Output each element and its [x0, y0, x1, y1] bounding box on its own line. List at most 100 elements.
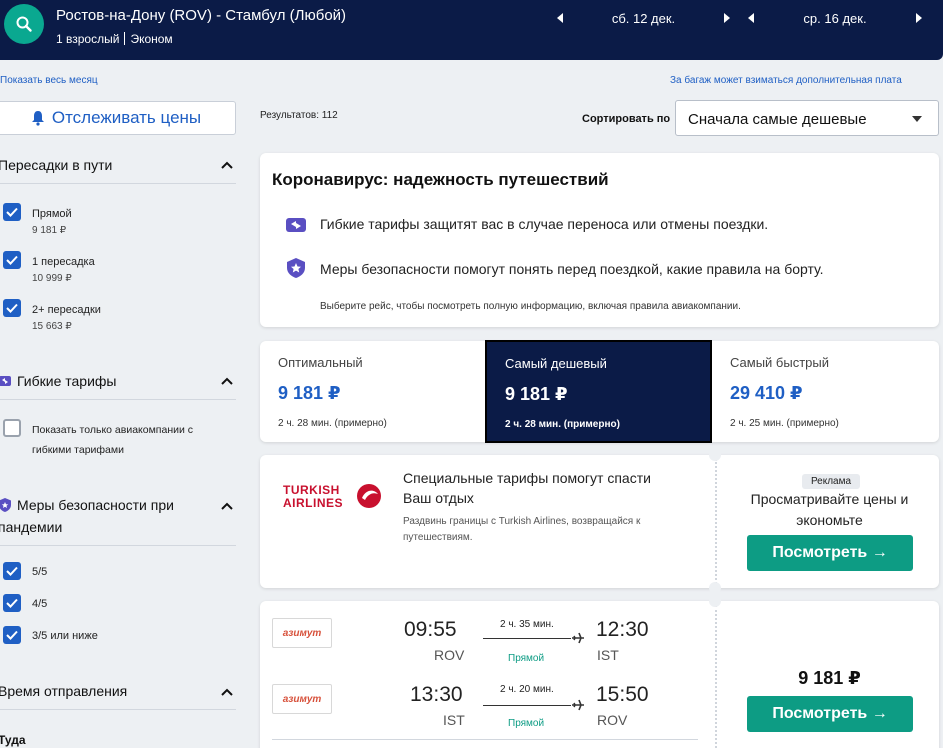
ad-view-button[interactable]: Посмотреть →: [747, 535, 913, 571]
stops-two-plus-checkbox[interactable]: [3, 299, 21, 317]
covid-card-title: Коронавирус: надежность путешествий: [272, 170, 609, 189]
search-icon: [16, 16, 32, 32]
chevron-up-icon[interactable]: [221, 687, 233, 697]
leg1-dep-code: ROV: [434, 647, 465, 663]
show-month-link[interactable]: Показать весь месяц: [0, 75, 98, 86]
sort-select[interactable]: Сначала самые дешевые: [675, 100, 939, 136]
ticket-perforation: [715, 459, 717, 584]
flex-fares-filter-title[interactable]: Гибкие тарифы: [0, 373, 116, 389]
search-button[interactable]: [4, 4, 44, 44]
leg2-stops: Прямой: [508, 718, 545, 729]
tab-optimal-duration: 2 ч. 28 мин. (примерно): [278, 418, 387, 429]
leg1-duration: 2 ч. 35 мин.: [500, 619, 554, 630]
flex-fares-checkbox[interactable]: [3, 419, 21, 437]
chevron-right-icon: [724, 13, 730, 23]
chevron-up-icon[interactable]: [221, 160, 233, 170]
tab-cheapest-title: Самый дешевый: [505, 356, 607, 371]
leg2-duration: 2 ч. 20 мин.: [500, 684, 554, 695]
track-prices-button[interactable]: Отслеживать цены: [0, 101, 236, 135]
tab-cheapest-duration: 2 ч. 28 мин. (примерно): [505, 419, 620, 430]
tab-fastest-duration: 2 ч. 25 мин. (примерно): [730, 418, 839, 429]
track-prices-label: Отслеживать цены: [51, 108, 202, 127]
return-date-nav[interactable]: ср. 16 дек.: [746, 9, 924, 27]
sort-label: Сортировать по: [582, 113, 671, 125]
check-icon: [6, 303, 18, 313]
safety-title-line2: пандемии: [0, 519, 63, 535]
passengers-cabin: 1 взрослый Эконом: [56, 32, 173, 46]
route-title: Ростов-на-Дону (ROV) - Стамбул (Любой): [56, 7, 347, 24]
safety-4-checkbox[interactable]: [3, 594, 21, 612]
next-return-date-button[interactable]: [914, 13, 924, 23]
ad-badge: Реклама: [802, 474, 860, 489]
stops-direct-label: Прямой: [32, 208, 72, 220]
leg2-dep-code: IST: [443, 712, 465, 728]
tab-optimal[interactable]: Оптимальный 9 181 ₽ 2 ч. 28 мин. (пример…: [260, 341, 486, 442]
divider: [0, 183, 236, 184]
prev-return-date-button[interactable]: [746, 13, 756, 23]
ad-cta-line2: экономьте: [796, 512, 863, 528]
safety-filter-title[interactable]: Меры безопасности при: [0, 497, 174, 513]
stops-one-checkbox[interactable]: [3, 251, 21, 269]
baggage-fee-link[interactable]: За багаж может взиматься дополнительная …: [670, 75, 902, 86]
ad-card[interactable]: TURKISH AIRLINES Специальные тарифы помо…: [260, 455, 939, 588]
shield-icon: [0, 498, 11, 512]
check-icon: [6, 207, 18, 217]
turkish-tulip-icon: [357, 484, 381, 508]
leg2-arr-time: 15:50: [596, 683, 649, 706]
stops-two-plus-price: 15 663 ₽: [32, 321, 72, 332]
safety-5-label: 5/5: [32, 566, 48, 578]
safety-5-checkbox[interactable]: [3, 562, 21, 580]
covid-info-card: Коронавирус: надежность путешествий Гибк…: [260, 153, 939, 327]
stops-two-plus-label: 2+ пересадки: [32, 304, 101, 316]
safety-title-line1: Меры безопасности при: [17, 497, 174, 513]
stops-direct-price: 9 181 ₽: [32, 225, 67, 236]
turkish-airlines-logo: TURKISH AIRLINES: [283, 483, 383, 511]
tab-fastest-title: Самый быстрый: [730, 355, 829, 370]
departure-time-filter-title[interactable]: Время отправления: [0, 683, 127, 699]
tab-cheapest[interactable]: Самый дешевый 9 181 ₽ 2 ч. 28 мин. (прим…: [485, 340, 712, 443]
airline-name: азимут: [282, 693, 322, 705]
divider: [0, 709, 236, 710]
prev-depart-date-button[interactable]: [555, 13, 565, 23]
tab-fastest[interactable]: Самый быстрый 29 410 ₽ 2 ч. 25 мин. (при…: [712, 341, 939, 442]
airline-logo-line1: TURKISH: [283, 483, 340, 497]
safety-3-checkbox[interactable]: [3, 626, 21, 644]
covid-safety-text: Меры безопасности помогут понять перед п…: [320, 261, 824, 277]
divider: [272, 739, 698, 740]
chevron-down-icon: [912, 116, 922, 122]
results-count: Результатов: 112: [260, 110, 338, 121]
chevron-up-icon[interactable]: [221, 376, 233, 386]
leg1-arr-time: 12:30: [596, 618, 649, 641]
leg1-dep-time: 09:55: [404, 618, 457, 641]
chevron-right-icon: [916, 13, 922, 23]
flex-fares-option-line2: гибкими тарифами: [32, 444, 124, 456]
check-icon: [6, 255, 18, 265]
flex-fares-title-text: Гибкие тарифы: [17, 373, 117, 389]
ticket-perforation: [715, 605, 717, 748]
chevron-up-icon[interactable]: [221, 501, 233, 511]
ticket-notch: [709, 449, 721, 461]
ticket-notch: [709, 582, 721, 594]
shield-icon: [287, 258, 305, 278]
flex-ticket-icon: [286, 218, 306, 232]
check-icon: [6, 566, 18, 576]
ad-headline-line2: Ваш отдых: [403, 490, 474, 506]
return-date[interactable]: ср. 16 дек.: [756, 11, 914, 26]
stops-filter-title[interactable]: Пересадки в пути: [0, 157, 112, 173]
cabin-class: Эконом: [130, 32, 173, 46]
leg2-arr-code: ROV: [597, 712, 628, 728]
ad-headline-line1: Специальные тарифы помогут спасти: [403, 470, 651, 486]
departure-outbound-label: Туда: [0, 733, 26, 747]
tab-optimal-title: Оптимальный: [278, 355, 363, 370]
flight-view-button[interactable]: Посмотреть →: [747, 696, 913, 732]
depart-date-nav[interactable]: сб. 12 дек.: [555, 9, 732, 27]
search-summary-bar[interactable]: Ростов-на-Дону (ROV) - Стамбул (Любой) 1…: [0, 0, 943, 60]
next-depart-date-button[interactable]: [722, 13, 732, 23]
airline-logo-line2: AIRLINES: [283, 496, 344, 510]
flight-result-card[interactable]: азимут 09:55 ROV 2 ч. 35 мин. Прямой 12:…: [260, 601, 939, 748]
leg1-route-line: [483, 638, 571, 639]
check-icon: [6, 598, 18, 608]
stops-direct-checkbox[interactable]: [3, 203, 21, 221]
leg1-arr-code: IST: [597, 647, 619, 663]
depart-date[interactable]: сб. 12 дек.: [565, 11, 722, 26]
